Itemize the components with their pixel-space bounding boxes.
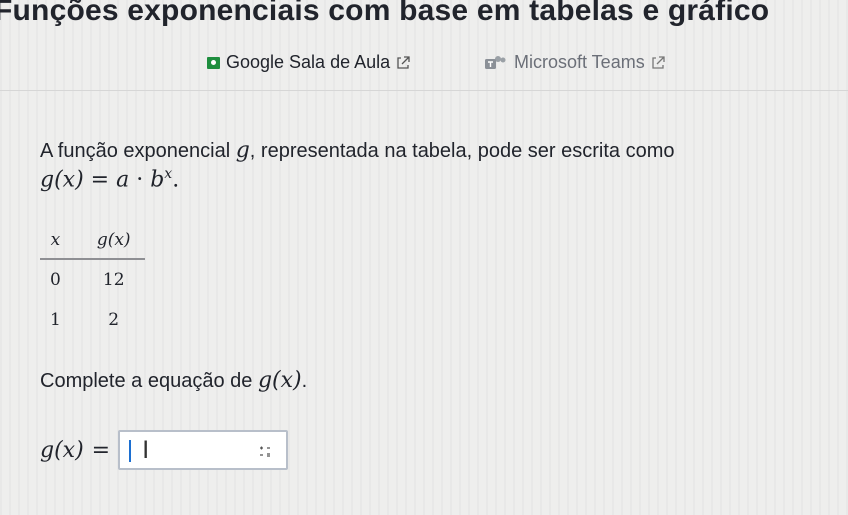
question-prompt: Complete a equação de g(x). xyxy=(40,368,307,393)
table-cell: 2 xyxy=(108,310,120,330)
google-classroom-icon xyxy=(207,56,220,69)
share-microsoft-teams-link[interactable]: Microsoft Teams xyxy=(484,52,665,73)
function-name: g xyxy=(235,138,250,163)
share-toolbar: Google Sala de Aula Microsoft Teams xyxy=(0,52,848,80)
answer-row: g(x) = I xyxy=(40,430,289,470)
table-row: 0 12 xyxy=(40,259,145,300)
formula-dot: · xyxy=(129,167,151,193)
header-divider xyxy=(0,90,848,91)
external-link-icon xyxy=(397,55,410,69)
answer-input[interactable]: I xyxy=(118,430,289,470)
external-link-icon xyxy=(652,55,665,69)
share-google-classroom-link[interactable]: Google Sala de Aula xyxy=(207,52,410,73)
teams-label: Microsoft Teams xyxy=(514,52,645,72)
math-keypad-icon[interactable] xyxy=(258,446,272,458)
text-caret xyxy=(129,440,132,462)
values-table: x g(x) 0 12 1 2 xyxy=(40,226,145,340)
general-formula: g(x) = a · bx. xyxy=(40,166,179,192)
formula-end: . xyxy=(172,167,180,193)
prompt-text: Complete a equação de xyxy=(40,370,258,392)
answer-equals: = xyxy=(91,437,111,463)
prompt-end: . xyxy=(301,370,308,392)
table-header-row: x g(x) xyxy=(40,226,145,260)
page-title: Funções exponenciais com base em tabelas… xyxy=(0,0,770,27)
table-cell: 0 xyxy=(50,270,61,290)
answer-lhs: g(x) xyxy=(40,437,84,463)
classroom-label: Google Sala de Aula xyxy=(226,52,391,72)
table-cell: 12 xyxy=(102,270,125,290)
formula-equals: = xyxy=(83,167,117,193)
problem-intro-rest: , representada na tabela, pode ser escri… xyxy=(249,140,675,162)
formula-exponent: x xyxy=(164,166,173,182)
table-cell: 1 xyxy=(50,310,61,330)
problem-statement: A função exponencial g, representada na … xyxy=(40,138,675,164)
formula-b: b xyxy=(150,167,165,193)
prompt-function: g(x) xyxy=(257,368,302,393)
table-row: 1 2 xyxy=(40,300,145,340)
problem-intro: A função exponencial xyxy=(40,140,236,162)
formula-lhs: g(x) xyxy=(40,167,84,193)
ibeam-cursor-icon: I xyxy=(142,436,150,464)
microsoft-teams-icon xyxy=(485,55,506,69)
table-header-x: x xyxy=(40,226,87,260)
table-header-gx: g(x) xyxy=(86,226,145,260)
formula-a: a xyxy=(116,167,130,193)
